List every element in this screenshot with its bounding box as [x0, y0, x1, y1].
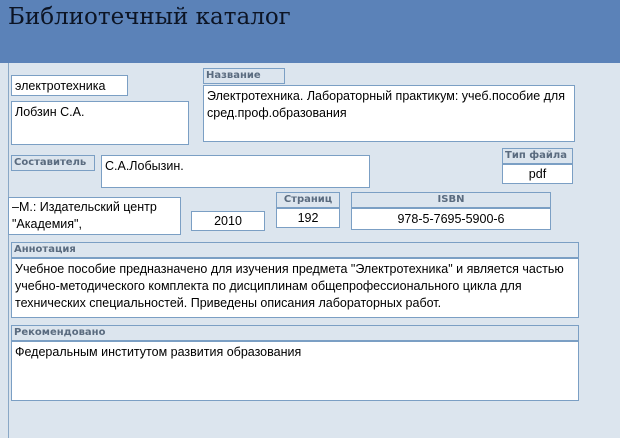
year-field[interactable]: 2010 — [191, 211, 265, 231]
header-bar: Библиотечный каталог — [0, 0, 620, 63]
pages-field[interactable]: 192 — [276, 208, 340, 228]
title-label: Название — [203, 68, 285, 84]
form-left-border — [8, 63, 9, 438]
window-title: Библиотечный каталог — [8, 4, 291, 30]
compiler-label: Составитель — [11, 155, 95, 171]
pages-label: Страниц — [276, 192, 340, 208]
category-field[interactable]: электротехника — [11, 75, 128, 96]
filetype-field[interactable]: pdf — [502, 164, 573, 184]
isbn-field[interactable]: 978-5-7695-5900-6 — [351, 208, 551, 230]
annotation-label: Аннотация — [11, 242, 579, 258]
recommended-field[interactable]: Федеральным институтом развития образова… — [11, 341, 579, 401]
annotation-field[interactable]: Учебное пособие предназначено для изучен… — [11, 258, 579, 318]
title-field[interactable]: Электротехника. Лабораторный практикум: … — [203, 85, 575, 142]
compiler-field[interactable]: С.А.Лобызин. — [101, 155, 370, 188]
filetype-label: Тип файла — [502, 148, 573, 164]
publisher-field[interactable]: –М.: Издательский центр "Академия", — [8, 197, 181, 235]
author-field[interactable]: Лобзин С.А. — [11, 101, 189, 145]
recommended-label: Рекомендовано — [11, 325, 579, 341]
isbn-label: ISBN — [351, 192, 551, 208]
